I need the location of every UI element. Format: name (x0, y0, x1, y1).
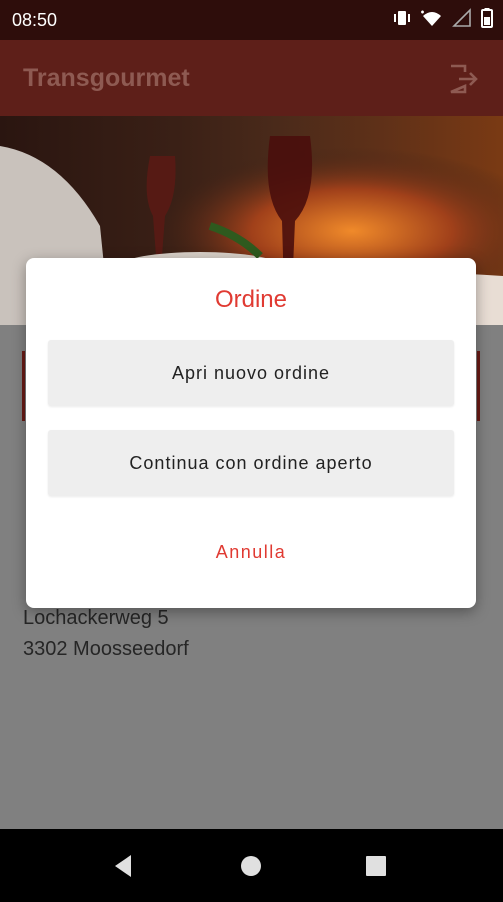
status-icons (392, 8, 493, 33)
continue-order-button[interactable]: Continua con ordine aperto (48, 430, 454, 496)
back-icon (115, 855, 131, 877)
wifi-icon (421, 8, 443, 33)
order-dialog: Ordine Apri nuovo ordine Continua con or… (26, 258, 476, 608)
logout-button[interactable] (447, 62, 481, 96)
vibrate-icon (392, 8, 412, 33)
signal-icon (452, 8, 472, 33)
card-edge (22, 351, 25, 421)
card-edge (477, 351, 480, 421)
home-icon (241, 856, 261, 876)
home-button[interactable] (236, 851, 266, 881)
cancel-button[interactable]: Annulla (26, 542, 476, 563)
address-street: Lochackerweg 5 (23, 607, 169, 629)
battery-icon (481, 8, 493, 33)
new-order-button[interactable]: Apri nuovo ordine (48, 340, 454, 406)
address-city: 3302 Moosseedorf (23, 638, 189, 660)
app-title: Transgourmet (23, 64, 190, 92)
back-button[interactable] (109, 851, 139, 881)
recents-button[interactable] (361, 851, 391, 881)
dialog-title: Ordine (214, 286, 288, 313)
recents-icon (366, 856, 386, 876)
status-time: 08:50 (12, 10, 58, 30)
app-bar: Transgourmet (0, 40, 503, 116)
navigation-bar (0, 829, 503, 902)
status-bar: 08:50 (0, 0, 503, 40)
logout-icon (450, 64, 478, 94)
